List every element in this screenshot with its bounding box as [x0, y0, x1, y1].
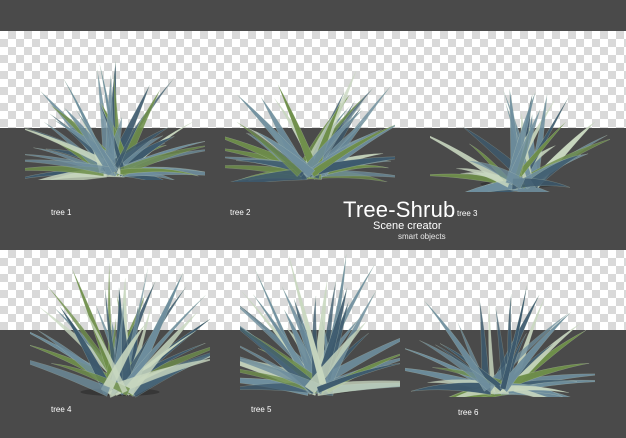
canvas: tree 1 tree 2 tree 3 tree 4 tree 5 tree … [0, 0, 626, 438]
shrub-image-5 [240, 254, 400, 397]
plant-3 [430, 62, 610, 192]
shrub-image-1 [25, 61, 205, 180]
plant-1 [25, 50, 205, 180]
shrub-image-4 [30, 263, 210, 398]
plant-6 [405, 262, 595, 397]
shrub-image-2 [225, 71, 395, 182]
plant-label-2: tree 2 [230, 208, 251, 217]
shrub-image-6 [405, 285, 595, 397]
plant-label-4: tree 4 [51, 405, 72, 414]
plant-label-5: tree 5 [251, 405, 272, 414]
page-subtitle: Scene creator [373, 220, 442, 232]
page-caption: smart objects [398, 232, 446, 241]
shrub-image-3 [430, 89, 610, 192]
plant-4 [30, 255, 210, 400]
plant-label-6: tree 6 [458, 408, 479, 417]
plant-2 [225, 52, 395, 182]
plant-5 [240, 248, 400, 398]
plant-label-3: tree 3 [457, 209, 478, 218]
plant-label-1: tree 1 [51, 208, 72, 217]
